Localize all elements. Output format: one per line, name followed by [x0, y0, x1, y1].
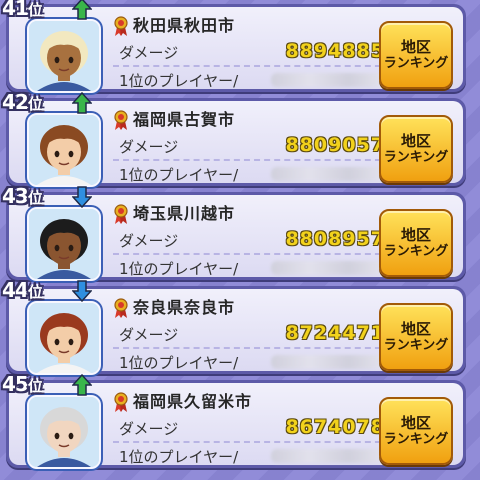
rank-suffix: 位 — [27, 189, 43, 207]
trend-up-icon — [72, 0, 92, 20]
rank-suffix: 位 — [27, 377, 43, 395]
medal-icon — [114, 110, 128, 130]
rank-number: 44 — [2, 278, 29, 302]
damage-line: ダメージ 8674078 — [113, 415, 391, 443]
ranking-row: ダメージ 8808957 1位のプレイヤー/ 埼玉県川越市 地区 ランキング 4… — [2, 184, 466, 281]
button-line1: 地区 — [400, 319, 431, 338]
city-name: 奈良県奈良市 — [133, 298, 236, 317]
first-player-label: 1位のプレイヤー/ — [119, 260, 239, 278]
button-line2: ランキング — [383, 56, 449, 72]
damage-label: ダメージ — [119, 138, 179, 156]
rank-label: 41位 — [2, 0, 43, 22]
damage-value: 8894885 — [285, 40, 385, 62]
damage-value: 8674078 — [285, 416, 385, 438]
regional-ranking-button[interactable]: 地区 ランキング — [379, 209, 453, 277]
medal-icon — [114, 392, 128, 412]
ranking-row: ダメージ 8674078 1位のプレイヤー/ 福岡県久留米市 地区 ランキング … — [2, 372, 466, 469]
character-portrait-icon — [29, 303, 99, 373]
trend-down-icon — [72, 186, 92, 208]
rank-label: 44位 — [2, 278, 43, 304]
city-name: 福岡県久留米市 — [133, 392, 253, 411]
blurred-player-name — [271, 261, 387, 275]
rank-label: 45位 — [2, 372, 43, 398]
button-line1: 地区 — [400, 131, 431, 150]
first-player-label: 1位のプレイヤー/ — [119, 166, 239, 184]
city-name: 埼玉県川越市 — [133, 204, 236, 223]
player-avatar — [27, 207, 101, 281]
regional-ranking-button[interactable]: 地区 ランキング — [379, 303, 453, 371]
regional-ranking-button[interactable]: 地区 ランキング — [379, 115, 453, 183]
character-portrait-icon — [29, 21, 99, 91]
player-avatar — [27, 395, 101, 469]
damage-label: ダメージ — [119, 326, 179, 344]
medal-icon — [114, 204, 128, 224]
button-line2: ランキング — [383, 432, 449, 448]
first-player-label: 1位のプレイヤー/ — [119, 448, 239, 466]
button-line2: ランキング — [383, 244, 449, 260]
damage-label: ダメージ — [119, 420, 179, 438]
first-player-label: 1位のプレイヤー/ — [119, 354, 239, 372]
rank-number: 43 — [2, 184, 29, 208]
city-name: 福岡県古賀市 — [133, 110, 236, 129]
blurred-player-name — [271, 355, 387, 369]
player-avatar — [27, 301, 101, 375]
button-line1: 地区 — [400, 413, 431, 432]
rank-suffix: 位 — [27, 1, 43, 19]
rank-label: 42位 — [2, 90, 43, 116]
damage-line: ダメージ 8894885 — [113, 39, 391, 67]
button-line2: ランキング — [383, 338, 449, 354]
damage-value: 8724471 — [285, 322, 385, 344]
rank-number: 45 — [2, 372, 29, 396]
blurred-player-name — [271, 73, 387, 87]
first-player-line: 1位のプレイヤー/ — [113, 67, 391, 91]
regional-ranking-button[interactable]: 地区 ランキング — [379, 21, 453, 89]
regional-ranking-button[interactable]: 地区 ランキング — [379, 397, 453, 465]
rank-number: 42 — [2, 90, 29, 114]
city-name: 秋田県秋田市 — [133, 16, 236, 35]
damage-value: 8809057 — [285, 134, 385, 156]
rank-suffix: 位 — [27, 283, 43, 301]
damage-label: ダメージ — [119, 44, 179, 62]
blurred-player-name — [271, 167, 387, 181]
ranking-row: ダメージ 8894885 1位のプレイヤー/ 秋田県秋田市 地区 ランキング 4… — [2, 0, 466, 93]
ranking-row: ダメージ 8724471 1位のプレイヤー/ 奈良県奈良市 地区 ランキング 4… — [2, 278, 466, 375]
damage-line: ダメージ 8724471 — [113, 321, 391, 349]
damage-line: ダメージ 8809057 — [113, 133, 391, 161]
character-portrait-icon — [29, 115, 99, 185]
trend-up-icon — [72, 92, 92, 114]
trend-down-icon — [72, 280, 92, 302]
first-player-line: 1位のプレイヤー/ — [113, 255, 391, 279]
rank-label: 43位 — [2, 184, 43, 210]
player-avatar — [27, 113, 101, 187]
character-portrait-icon — [29, 397, 99, 467]
medal-icon — [114, 16, 128, 36]
button-line2: ランキング — [383, 150, 449, 166]
player-avatar — [27, 19, 101, 93]
blurred-player-name — [271, 449, 387, 463]
first-player-line: 1位のプレイヤー/ — [113, 349, 391, 373]
first-player-line: 1位のプレイヤー/ — [113, 161, 391, 185]
button-line1: 地区 — [400, 225, 431, 244]
first-player-line: 1位のプレイヤー/ — [113, 443, 391, 467]
rank-number: 41 — [2, 0, 29, 20]
ranking-row: ダメージ 8809057 1位のプレイヤー/ 福岡県古賀市 地区 ランキング 4… — [2, 90, 466, 187]
medal-icon — [114, 298, 128, 318]
rank-suffix: 位 — [27, 95, 43, 113]
damage-line: ダメージ 8808957 — [113, 227, 391, 255]
trend-up-icon — [72, 374, 92, 396]
character-portrait-icon — [29, 209, 99, 279]
first-player-label: 1位のプレイヤー/ — [119, 72, 239, 90]
button-line1: 地区 — [400, 37, 431, 56]
damage-value: 8808957 — [285, 228, 385, 250]
damage-label: ダメージ — [119, 232, 179, 250]
